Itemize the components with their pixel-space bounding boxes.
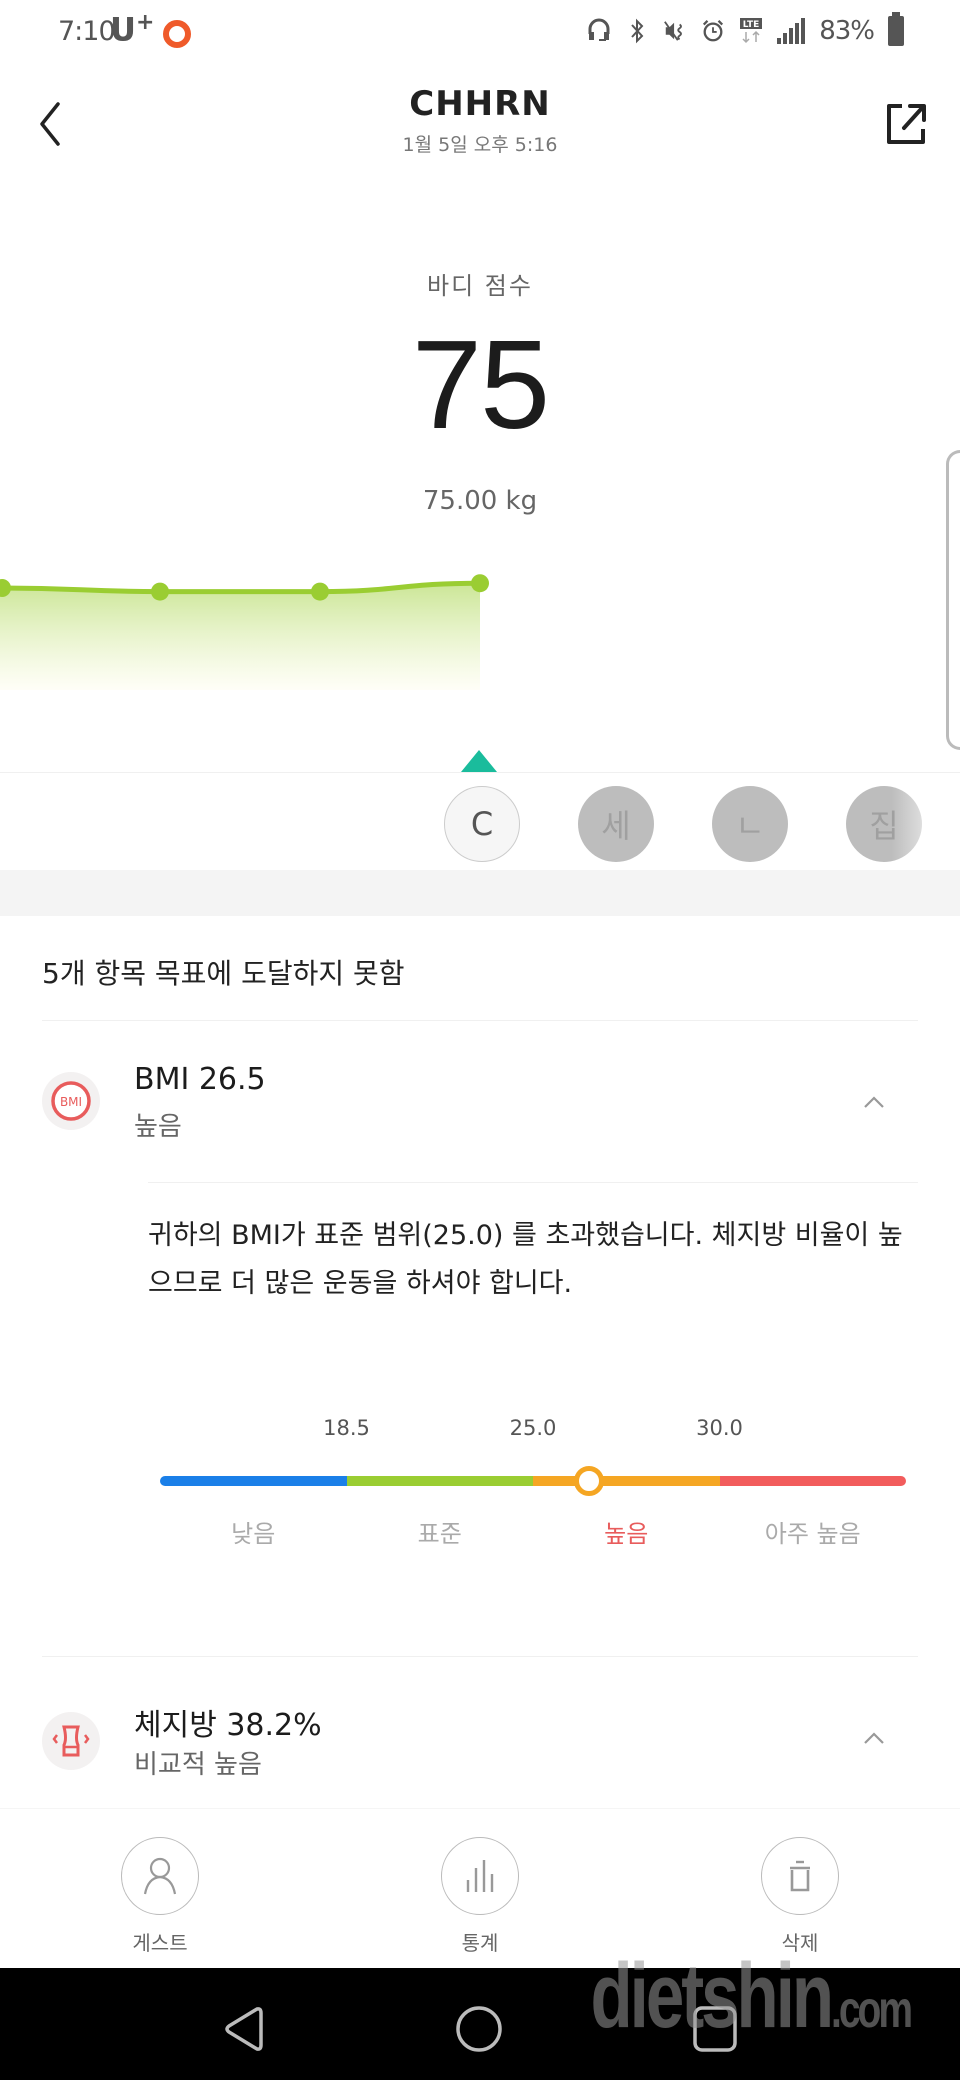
carrier-name: U [110,10,136,49]
divider [42,1656,918,1657]
scale-segment-low [160,1476,347,1486]
nav-home-icon [456,2006,502,2052]
action-circle [441,1837,519,1915]
weight-trend-chart[interactable] [0,540,960,700]
scale-label: 높음 [604,1520,649,1548]
status-time: 7:10 [58,16,116,47]
body-score-value: 75 [411,314,550,455]
nav-home-button[interactable] [454,2004,504,2054]
alarm-icon [701,17,725,45]
statistics-button[interactable]: 통계 [410,1837,550,1956]
trend-point[interactable] [151,582,169,601]
bmi-value-marker [573,1466,604,1496]
metric-name: 체지방 38.2% [134,1708,322,1743]
measurement-datetime: 1월 5일 오후 5:16 [402,134,558,156]
scale-label: 아주 높음 [764,1520,861,1548]
lte-icon: LTE [739,17,763,45]
action-circle [761,1837,839,1915]
signal-icon [777,18,806,44]
weight-value: 75.00 kg [422,486,538,516]
user-avatar[interactable]: ㄴ [712,786,788,862]
page-title: CHHRN [409,84,551,124]
status-icons: LTE 83% [587,12,904,46]
battery-icon [888,12,904,46]
scale-segment-normal [346,1476,533,1486]
scale-label: 낮음 [231,1520,276,1548]
divider [42,1020,918,1021]
scale-bar [160,1476,906,1486]
trend-point[interactable] [311,582,329,601]
metric-name: BMI 26.5 [134,1062,266,1097]
svg-text:BMI: BMI [60,1095,82,1109]
action-label: 게스트 [132,1931,188,1955]
trash-icon [790,1860,810,1892]
chevron-up-icon[interactable] [862,1726,886,1750]
user-initial: ㄴ [735,807,765,845]
watermark-text: dietshin [590,1945,834,2047]
carrier-logo: U+ [110,10,154,49]
action-circle [121,1837,199,1915]
action-label: 통계 [461,1931,499,1955]
share-external-icon [887,104,926,144]
metric-row-body-fat[interactable]: 체지방 38.2% 비교적 높음 [0,1690,960,1790]
metric-status: 높음 [134,1112,182,1142]
watermark: dietshin.com [590,1944,913,2049]
app-header: CHHRN 1월 5일 오후 5:16 [0,68,960,178]
section-separator [0,870,960,916]
metric-status: 비교적 높음 [134,1750,262,1780]
scale-segment-very-high [719,1476,906,1486]
user-initial: C [470,805,494,843]
scale-tick: 25.0 [509,1416,557,1440]
divider [0,772,960,773]
selected-user-pointer-icon [461,750,497,772]
carrier-plus: + [135,10,155,35]
bmi-description: 귀하의 BMI가 표준 범위(25.0) 를 초과했습니다. 체지방 비율이 높… [148,1220,903,1299]
carrier-o-icon [163,20,191,48]
chevron-up-icon[interactable] [862,1090,886,1114]
delete-button[interactable]: 삭제 [730,1837,870,1956]
bar-chart-icon [466,1860,494,1892]
headset-icon [587,17,611,45]
user-icon [143,1857,177,1895]
mute-vibrate-icon [663,17,687,45]
guest-button[interactable]: 게스트 [90,1837,230,1956]
body-fat-icon [42,1712,100,1770]
scale-segment-high [533,1476,720,1486]
bmi-icon: BMI [42,1072,100,1130]
body-score-label: 바디 점수 [427,272,533,300]
goal-summary-title: 5개 항목 목표에 도달하지 못함 [42,957,405,990]
bmi-scale: 18.5 25.0 30.0 낮음 표준 높음 아주 높음 [160,1410,906,1560]
battery-percent: 83% [819,16,875,46]
scale-label: 표준 [417,1520,462,1548]
nav-back-button[interactable] [218,2004,268,2054]
nav-back-icon [225,2007,263,2051]
trend-area [0,583,480,690]
metric-row-bmi[interactable]: BMI BMI 26.5 높음 [0,1050,960,1150]
scale-tick: 30.0 [696,1416,743,1440]
bluetooth-icon [625,17,649,45]
user-initial: 세 [601,807,631,845]
user-initial: 집 [869,807,899,845]
user-avatar[interactable]: C [444,786,520,862]
watermark-suffix: .com [830,1981,913,2039]
divider [148,1182,918,1183]
scale-tick: 18.5 [323,1416,370,1440]
user-avatar[interactable]: 집 [846,786,922,862]
user-avatar[interactable]: 세 [578,786,654,862]
user-selector: C 세 ㄴ 집 [0,786,960,862]
status-bar: 7:10 U+ LTE 83% [0,0,960,68]
share-button[interactable] [880,94,930,150]
side-panel-handle[interactable] [946,450,960,750]
trend-point[interactable] [471,574,489,593]
svg-text:LTE: LTE [743,20,760,30]
